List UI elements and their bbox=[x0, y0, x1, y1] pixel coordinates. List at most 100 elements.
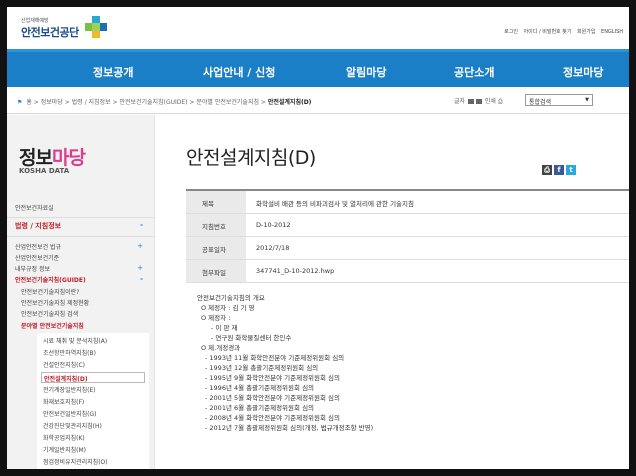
body-line: - 1995년 9월 화학안전분야 기준제정위원회 심의 bbox=[205, 374, 341, 382]
minus-icon: - bbox=[140, 275, 143, 283]
sidebar-item-label: 건강진단및관리지침(H) bbox=[43, 423, 102, 430]
main-nav: 정보공개 사업안내 / 신청 알림마당 공단소개 정보마당 bbox=[7, 49, 629, 87]
breadcrumb-home[interactable]: 홈 bbox=[26, 99, 32, 106]
sidebar-item-label: 건설안전지침(C) bbox=[43, 362, 85, 369]
login-link[interactable]: 로그인 bbox=[504, 29, 518, 35]
twitter-icon[interactable]: t bbox=[566, 165, 576, 175]
breadcrumb-item[interactable]: 안전보건기술지침(GUIDE) bbox=[119, 99, 187, 106]
print-icon[interactable]: ⎙ bbox=[498, 98, 503, 105]
page-title: 안전설계지침(D) bbox=[186, 147, 316, 169]
sidebar-category-law[interactable]: 법령 / 지침정보 - bbox=[7, 218, 155, 237]
info-row-title: 제목 화학설비 배관 등의 비파괴검사 및 열처리에 관한 기술지침 bbox=[186, 191, 629, 214]
main-content: 안전설계지침(D) ⎙ f t 제목 화학설비 배관 등의 비파괴검사 및 열처리에… bbox=[167, 115, 629, 469]
body-line: - 이 판 재 bbox=[211, 324, 238, 332]
nav-item-info-disclosure[interactable]: 정보공개 bbox=[93, 64, 133, 80]
sidebar-item-label: 안전설계지침(D) bbox=[44, 376, 88, 383]
sidebar-item-label: 산업안전보건기준 bbox=[15, 255, 60, 262]
body-line: - 1993년 12월 총괄기준제정위원회 심의 bbox=[205, 364, 319, 372]
info-label: 공표일자 bbox=[186, 237, 246, 259]
nav-item-business[interactable]: 사업안내 / 신청 bbox=[203, 64, 275, 80]
body-line: O 제.개정경과 bbox=[201, 344, 241, 352]
sidebar-item-label: 법령 / 지침정보 bbox=[15, 222, 62, 230]
sidebar-item-label: 전기계장일반지침(E) bbox=[43, 387, 96, 394]
info-label: 첨부파일 bbox=[186, 260, 246, 282]
logo[interactable]: 산업재해예방 안전보건공단 bbox=[21, 15, 121, 45]
logo-text: 안전보건공단 bbox=[21, 26, 79, 39]
utility-links: 로그인 아이디 / 비밀번호 찾기 회원가입 ENGLISH bbox=[500, 28, 623, 35]
guide-body-text: 안전보건기술지침의 개요 O 제정자 : 김 기 영 O 제정자 : - 이 판… bbox=[197, 293, 627, 433]
body-line: - 2012년 7월 총괄제정위원회 심의(개정, 법규개정조항 반영) bbox=[205, 424, 374, 432]
sidebar-item-label: 화재보호지침(F) bbox=[43, 399, 85, 406]
info-label: 지침번호 bbox=[186, 214, 246, 236]
sidebar-title-part2: 마당 bbox=[51, 147, 86, 169]
font-increase-icon[interactable] bbox=[467, 99, 474, 104]
body-line: - 2008년 4월 화학안전분야 기준제정위원회 심의 bbox=[205, 414, 341, 422]
attachment-link[interactable]: 347741_D-10-2012.hwp bbox=[256, 267, 334, 275]
search-scope-value: 통합검색 bbox=[529, 99, 552, 106]
plus-icon: + bbox=[137, 264, 143, 272]
search-scope-select[interactable]: 통합검색 ▼ bbox=[525, 94, 593, 106]
minus-icon: - bbox=[140, 221, 143, 229]
sidebar-sub-item-active[interactable]: 안전설계지침(D) bbox=[41, 372, 145, 383]
info-row-attachment: 첨부파일 347741_D-10-2012.hwp bbox=[186, 260, 629, 283]
breadcrumb-item[interactable]: 정보마당 bbox=[41, 99, 63, 106]
sidebar-subtitle: KOSHA DATA bbox=[19, 167, 70, 175]
sidebar-item-label: 안전보건기술지침이란? bbox=[21, 289, 80, 296]
breadcrumb-bar: ⚑ 홈 > 정보마당 > 법령 / 지침정보 > 안전보건기술지침(GUIDE)… bbox=[7, 87, 629, 114]
sidebar-item-label: 안전보건기술지침 검색 bbox=[21, 311, 79, 318]
body-line: - 2001년 6월 총괄기준제정위원회 심의 bbox=[205, 404, 315, 412]
body-line: - 연구원 화학물질센터 한인수 bbox=[211, 334, 292, 342]
info-value: D-10-2012 bbox=[256, 221, 291, 229]
sidebar-item-data-room[interactable]: 안전보건자료실 bbox=[7, 199, 155, 218]
font-size-label: 글자 bbox=[454, 98, 466, 105]
info-row-date: 공표일자 2012/7/18 bbox=[186, 237, 629, 260]
info-value: 화학설비 배관 등의 비파괴검사 및 열처리에 관한 기술지침 bbox=[256, 200, 414, 208]
breadcrumb: ⚑ 홈 > 정보마당 > 법령 / 지침정보 > 안전보건기술지침(GUIDE)… bbox=[17, 99, 312, 106]
info-row-number: 지침번호 D-10-2012 bbox=[186, 214, 629, 237]
info-label: 제목 bbox=[186, 191, 246, 213]
nav-item-about[interactable]: 공단소개 bbox=[454, 64, 494, 80]
breadcrumb-item[interactable]: 법령 / 지침정보 bbox=[72, 99, 111, 106]
plus-icon: + bbox=[137, 242, 143, 250]
info-value: 2012/7/18 bbox=[256, 244, 290, 252]
print-button[interactable]: 인쇄 bbox=[485, 98, 496, 105]
sidebar-item-label: 점검정비유지관리지침(O) bbox=[43, 459, 108, 466]
body-line: 안전보건기술지침의 개요 bbox=[197, 294, 265, 302]
print-share-icon[interactable]: ⎙ bbox=[542, 165, 552, 175]
facebook-icon[interactable]: f bbox=[554, 165, 564, 175]
sidebar-title-part1: 정보 bbox=[19, 147, 53, 169]
sidebar-item-label: 안전보건자료실 bbox=[15, 205, 54, 212]
sidebar-item-label: 조선항만하역지침(B) bbox=[43, 350, 96, 357]
body-line: O 제정자 : 김 기 영 bbox=[201, 304, 255, 312]
info-table: 제목 화학설비 배관 등의 비파괴검사 및 열처리에 관한 기술지침 지침번호 … bbox=[186, 189, 629, 283]
page: 산업재해예방 안전보건공단 로그인 아이디 / 비밀번호 찾기 회원가입 ENG… bbox=[7, 7, 629, 469]
home-icon[interactable]: ⚑ bbox=[17, 99, 22, 106]
nav-item-notice[interactable]: 알림마당 bbox=[346, 64, 386, 80]
chevron-down-icon: ▼ bbox=[585, 97, 589, 103]
sidebar-item-label: 안전보건기술지침 제정현황 bbox=[21, 300, 90, 307]
breadcrumb-current: 안전설계지침(D) bbox=[267, 99, 312, 106]
logo-subtext: 산업재해예방 bbox=[21, 18, 49, 24]
body-line: O 제정자 : bbox=[201, 314, 231, 322]
sidebar-item-label: 내부규정 정보 bbox=[15, 266, 51, 273]
join-link[interactable]: 회원가입 bbox=[577, 29, 595, 35]
body-line: - 1996년 4월 총괄기준제정위원회 심의 bbox=[205, 384, 315, 392]
share-buttons: ⎙ f t bbox=[542, 157, 578, 176]
sidebar-item-label: 분야별 안전보건기술지침 bbox=[21, 323, 84, 330]
find-account-link[interactable]: 아이디 / 비밀번호 찾기 bbox=[524, 29, 572, 35]
body-line: - 1993년 11월 화학안전분야 기준제정위원회 심의 bbox=[205, 354, 345, 362]
sidebar-item-label: 화학공업지침(K) bbox=[43, 435, 85, 442]
sidebar-item-label: 안전보건기술지침(GUIDE) bbox=[15, 277, 86, 284]
sidebar-item-label: 안전보건일반지침(G) bbox=[43, 411, 97, 418]
nav-item-info[interactable]: 정보마당 bbox=[563, 64, 603, 80]
body-line: - 2001년 5월 화학안전분야 기준제정위원회 심의 bbox=[205, 394, 341, 402]
sidebar-item-label: 산업안전보건 법규 bbox=[15, 244, 62, 251]
english-link[interactable]: ENGLISH bbox=[601, 29, 623, 35]
sidebar-title: 정보마당 bbox=[19, 143, 86, 170]
breadcrumb-item[interactable]: 분야별 안전보건기술지침 bbox=[196, 99, 259, 106]
sidebar-item-label: 기계일반지침(M) bbox=[43, 447, 86, 454]
font-decrease-icon[interactable] bbox=[475, 99, 482, 104]
logo-cross-icon bbox=[85, 16, 107, 38]
page-tools: 글자 인쇄 ⎙ bbox=[454, 96, 503, 106]
sidebar: 정보마당 KOSHA DATA 안전보건자료실 법령 / 지침정보 - 산업안전… bbox=[7, 115, 155, 469]
